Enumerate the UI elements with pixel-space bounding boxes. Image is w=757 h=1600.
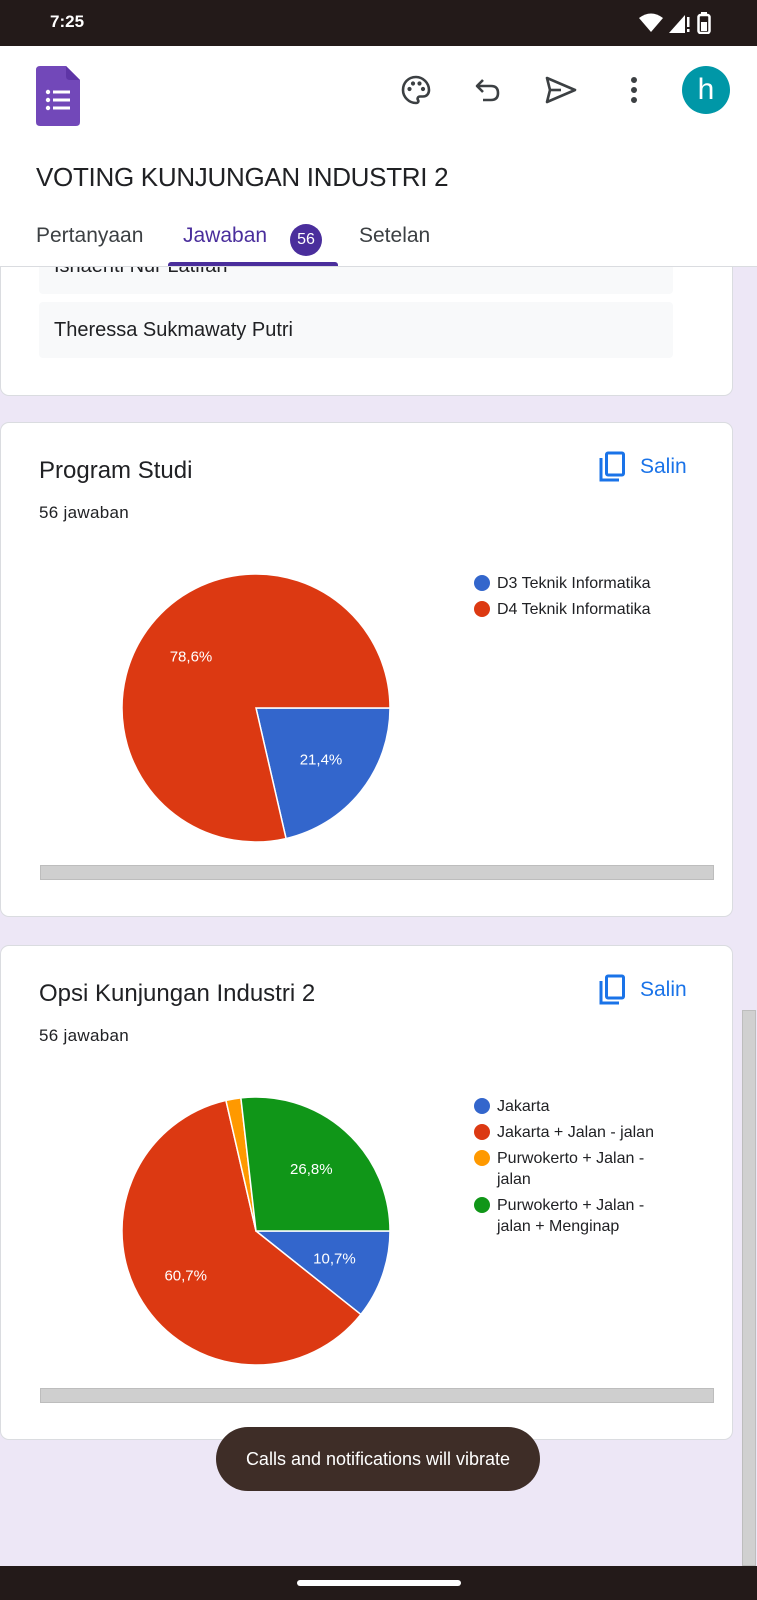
google-forms-logo-icon[interactable] — [36, 66, 80, 126]
copy-label: Salin — [640, 455, 687, 478]
chart-horizontal-scrollbar[interactable] — [40, 1388, 714, 1403]
palette-icon — [401, 75, 431, 105]
pie-slice-label: 21,4% — [300, 752, 343, 769]
active-tab-indicator — [168, 262, 338, 266]
list-item: Ishaenti Nur Latifah — [39, 267, 673, 294]
legend-label: D4 Teknik Informatika — [497, 601, 651, 618]
undo-icon — [475, 79, 500, 102]
copy-icon — [599, 974, 625, 1005]
pie-chart: 21,4% 78,6% — [121, 573, 391, 843]
legend-item: Purwokerto + Jalan - jalan — [474, 1148, 674, 1190]
legend-label: Jakarta — [497, 1098, 550, 1115]
undo-button[interactable] — [464, 66, 512, 114]
status-icons — [639, 12, 711, 34]
customize-theme-button[interactable] — [392, 66, 440, 114]
signal-icon — [669, 15, 690, 33]
response-count-badge: 56 — [290, 224, 322, 256]
pie-slice-label: 78,6% — [170, 648, 213, 665]
navigation-bar — [0, 1566, 757, 1600]
tab-jawaban[interactable]: Jawaban — [183, 224, 267, 248]
more-options-button[interactable] — [610, 66, 658, 114]
legend-color-dot — [474, 1124, 490, 1140]
question-title: Program Studi — [39, 457, 193, 484]
battery-icon — [697, 12, 711, 34]
wifi-icon — [639, 13, 663, 32]
chart-legend: D3 Teknik Informatika D4 Teknik Informat… — [474, 573, 674, 625]
legend-label: Purwokerto + Jalan - jalan — [497, 1150, 645, 1188]
status-bar: 7:25 — [0, 0, 757, 46]
app-header: h VOTING KUNJUNGAN INDUSTRI 2 Pertanyaan… — [0, 46, 757, 267]
legend-color-dot — [474, 575, 490, 591]
response-count: 56 jawaban — [39, 503, 129, 522]
legend-color-dot — [474, 1098, 490, 1114]
question-card-program-studi: Program Studi 56 jawaban Salin 21,4% 78,6… — [0, 422, 733, 917]
copy-icon — [599, 451, 625, 482]
legend-label: D3 Teknik Informatika — [497, 575, 651, 592]
toast-message: Calls and notifications will vibrate — [216, 1427, 540, 1491]
question-title: Opsi Kunjungan Industri 2 — [39, 980, 316, 1007]
legend-item: Jakarta + Jalan - jalan — [474, 1122, 674, 1143]
copy-label: Salin — [640, 978, 687, 1001]
legend-item: Purwokerto + Jalan - jalan + Menginap — [474, 1195, 674, 1237]
form-title: VOTING KUNJUNGAN INDUSTRI 2 — [36, 162, 449, 192]
names-card: Ishaenti Nur Latifah Theressa Sukmawaty … — [0, 267, 733, 396]
question-card-opsi-kunjungan: Opsi Kunjungan Industri 2 56 jawaban Sal… — [0, 945, 733, 1440]
pie-slice-label: 10,7% — [313, 1250, 356, 1267]
responses-content[interactable]: Ishaenti Nur Latifah Theressa Sukmawaty … — [0, 267, 757, 1566]
legend-color-dot — [474, 1150, 490, 1166]
page-scrollbar[interactable] — [742, 1010, 756, 1566]
legend-item: D4 Teknik Informatika — [474, 599, 674, 620]
copy-chart-button[interactable]: Salin — [598, 451, 687, 483]
list-item: Theressa Sukmawaty Putri — [39, 302, 673, 358]
legend-label: Purwokerto + Jalan - jalan + Menginap — [497, 1197, 645, 1235]
send-button[interactable] — [537, 66, 585, 114]
status-time: 7:25 — [50, 12, 85, 31]
legend-color-dot — [474, 601, 490, 617]
pie-slice-label: 26,8% — [290, 1161, 333, 1178]
legend-item: D3 Teknik Informatika — [474, 573, 674, 594]
more-vert-icon — [631, 77, 637, 103]
tab-pertanyaan[interactable]: Pertanyaan — [36, 224, 143, 248]
account-avatar[interactable]: h — [682, 66, 730, 114]
pie-slice-label: 60,7% — [164, 1267, 207, 1284]
tab-setelan[interactable]: Setelan — [359, 224, 430, 248]
legend-item: Jakarta — [474, 1096, 674, 1117]
legend-color-dot — [474, 1197, 490, 1213]
pie-chart: 10,7% 60,7% 26,8% — [121, 1096, 391, 1366]
chart-horizontal-scrollbar[interactable] — [40, 865, 714, 880]
chart-legend: Jakarta Jakarta + Jalan - jalan Purwoker… — [474, 1096, 674, 1242]
legend-label: Jakarta + Jalan - jalan — [497, 1124, 654, 1141]
response-count: 56 jawaban — [39, 1026, 129, 1045]
send-icon — [545, 76, 577, 104]
home-gesture-handle[interactable] — [297, 1580, 461, 1586]
copy-chart-button[interactable]: Salin — [598, 974, 687, 1006]
